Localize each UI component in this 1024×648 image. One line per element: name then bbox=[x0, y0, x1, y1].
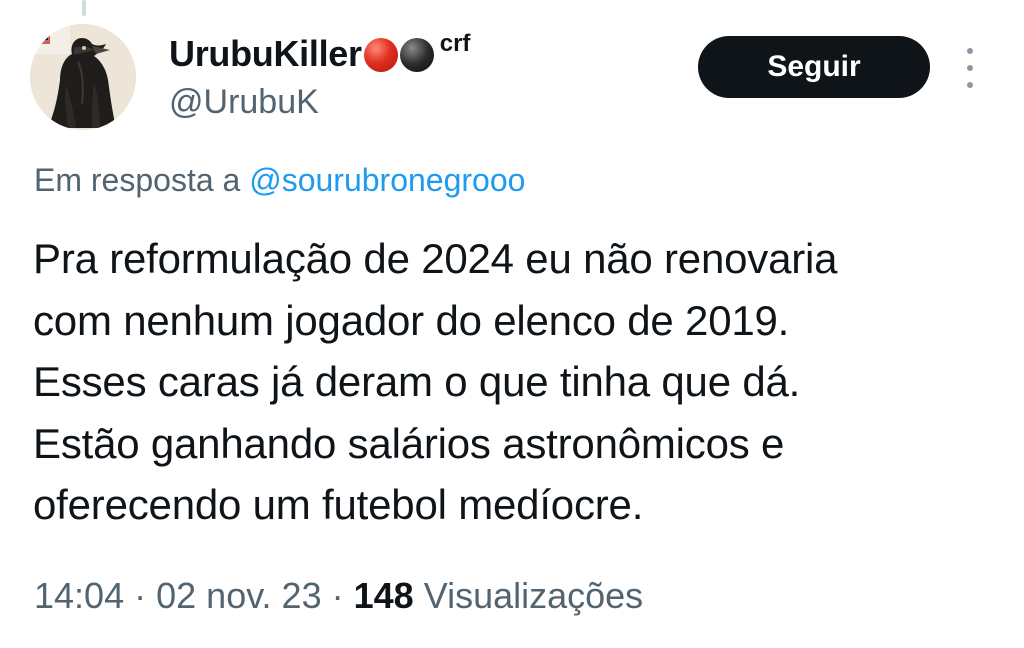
views-label: Visualizações bbox=[423, 575, 644, 616]
red-circle-emoji-icon bbox=[363, 38, 398, 72]
reply-context: Em resposta a @sourubronegrooo bbox=[34, 158, 525, 202]
tweet-text-line: Pra reformulação de 2024 eu não renovari… bbox=[33, 235, 838, 282]
thread-connector-line bbox=[82, 0, 86, 16]
more-dot bbox=[967, 82, 973, 88]
reply-prefix: Em resposta a bbox=[34, 162, 241, 198]
tweet-text-line: oferecendo um futebol medíocre. bbox=[33, 481, 644, 528]
tweet-text-line: Esses caras já deram o que tinha que dá. bbox=[33, 358, 801, 405]
tweet-text: Pra reformulação de 2024 eu não renovari… bbox=[33, 228, 993, 536]
tweet-metadata: 14:04 · 02 nov. 23 · 148 Visualizações bbox=[34, 572, 643, 620]
meta-separator: · bbox=[331, 575, 344, 616]
tweet-text-line: com nenhum jogador do elenco de 2019. bbox=[33, 296, 790, 344]
tweet-date[interactable]: 02 nov. 23 bbox=[156, 575, 321, 616]
more-vertical-icon[interactable] bbox=[962, 48, 978, 88]
views-count[interactable]: 148 bbox=[354, 575, 414, 616]
reply-mention-link[interactable]: @sourubronegrooo bbox=[249, 162, 525, 198]
vulture-avatar-icon bbox=[30, 24, 136, 130]
author-display-name[interactable]: UrubuKiller bbox=[169, 30, 362, 78]
avatar[interactable] bbox=[30, 24, 136, 130]
black-circle-emoji-icon bbox=[399, 38, 434, 72]
more-dot bbox=[967, 48, 973, 54]
meta-separator: · bbox=[134, 575, 147, 616]
follow-button[interactable]: Seguir bbox=[698, 36, 930, 98]
author-name-suffix: crf bbox=[439, 30, 471, 57]
author-handle[interactable]: @UrubuK bbox=[169, 80, 319, 124]
author-name-row: UrubuKiller crf bbox=[169, 30, 470, 78]
tweet-text-line: Estão ganhando salários astronômicos e bbox=[33, 419, 785, 467]
tweet-time[interactable]: 14:04 bbox=[34, 575, 124, 616]
more-dot bbox=[967, 65, 973, 71]
